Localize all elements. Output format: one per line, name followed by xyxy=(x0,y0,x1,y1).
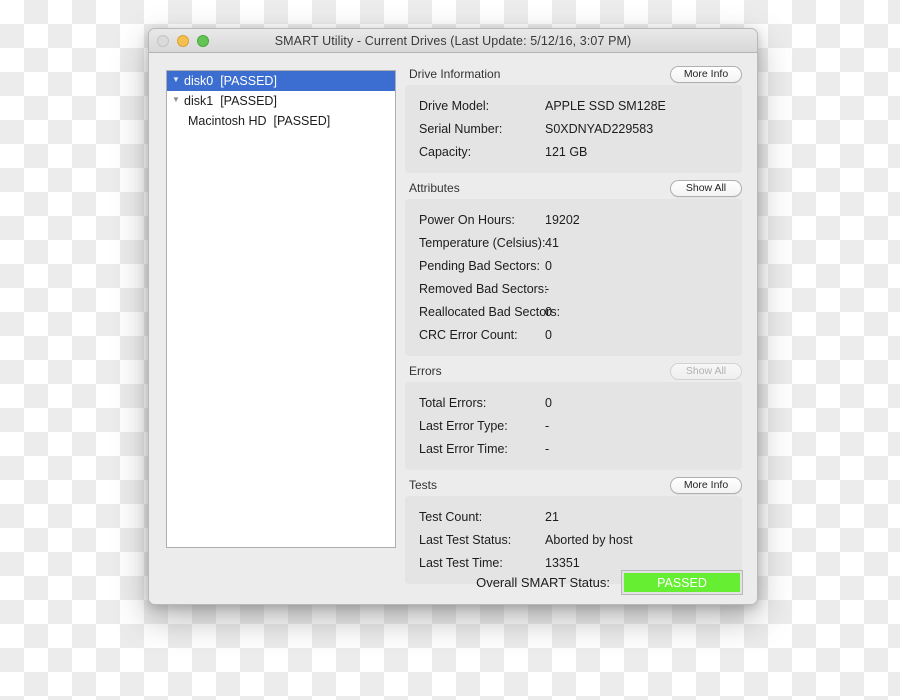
detail-row-label: Pending Bad Sectors: xyxy=(419,258,540,273)
detail-row-value: 0 xyxy=(545,327,552,342)
drive-list-item-status: [PASSED] xyxy=(220,74,277,88)
detail-row-value: APPLE SSD SM128E xyxy=(545,98,666,113)
detail-row: Reallocated Bad Sectors: 0 xyxy=(405,300,742,323)
detail-section: Drive Information More Info Drive Model: AP… xyxy=(405,63,742,173)
drive-list-item[interactable]: ▼ disk1 [PASSED] xyxy=(167,91,395,111)
detail-row: Removed Bad Sectors: - xyxy=(405,277,742,300)
section-action-button[interactable]: More Info xyxy=(670,476,742,494)
drive-list-item[interactable]: Macintosh HD [PASSED] xyxy=(167,111,395,131)
drive-list-item-name: disk1 xyxy=(184,94,214,108)
detail-row-value: 41 xyxy=(545,235,559,250)
minimize-button-icon[interactable] xyxy=(177,34,189,47)
detail-row: Test Count: 21 xyxy=(405,505,742,528)
detail-row: Serial Number: S0XDNYAD229583 xyxy=(405,117,742,140)
detail-row-label: Last Error Time: xyxy=(419,441,508,456)
detail-row: Last Error Type: - xyxy=(405,414,742,437)
drive-list-item-status: [PASSED] xyxy=(273,114,331,128)
detail-row-value: 13351 xyxy=(545,555,580,570)
detail-section-title: Attributes xyxy=(409,181,460,195)
overall-status-footer: Overall SMART Status: PASSED xyxy=(405,571,742,594)
detail-section-header: Errors Show All xyxy=(405,360,742,382)
window-title: SMART Utility - Current Drives (Last Upd… xyxy=(274,33,632,48)
detail-row: Total Errors: 0 xyxy=(405,391,742,414)
smart-utility-window: SMART Utility - Current Drives (Last Upd… xyxy=(148,28,758,605)
detail-row-value: 21 xyxy=(545,509,559,524)
detail-row: Last Test Status: Aborted by host xyxy=(405,528,742,551)
detail-row-label: Temperature (Celsius): xyxy=(419,235,546,250)
detail-row-label: Reallocated Bad Sectors: xyxy=(419,304,561,319)
section-action-button[interactable]: More Info xyxy=(670,65,742,83)
detail-row: Temperature (Celsius): 41 xyxy=(405,231,742,254)
detail-row-value: S0XDNYAD229583 xyxy=(545,121,654,136)
detail-row-label: Removed Bad Sectors: xyxy=(419,281,548,296)
detail-row-label: Test Count: xyxy=(419,509,483,524)
window-titlebar[interactable]: SMART Utility - Current Drives (Last Upd… xyxy=(149,29,757,53)
detail-row-value: Aborted by host xyxy=(545,532,633,547)
detail-section-header: Drive Information More Info xyxy=(405,63,742,85)
overall-status-badge: PASSED xyxy=(622,571,742,594)
detail-row-value: 0 xyxy=(545,304,552,319)
detail-row-label: Last Test Time: xyxy=(419,555,503,570)
detail-section-body: Drive Model: APPLE SSD SM128E Serial Numbe… xyxy=(405,85,742,173)
overall-status-label: Overall SMART Status: xyxy=(476,575,610,590)
drive-detail-panel: Drive Information More Info Drive Model: AP… xyxy=(405,63,742,588)
detail-row: Capacity: 121 GB xyxy=(405,140,742,163)
detail-row-label: Drive Model: xyxy=(419,98,490,113)
detail-section-body: Power On Hours: 19202 Temperature (Celsius… xyxy=(405,199,742,356)
detail-row-label: CRC Error Count: xyxy=(419,327,518,342)
detail-section-header: Tests More Info xyxy=(405,474,742,496)
detail-section: Errors Show All Total Errors: 0 Last Error T… xyxy=(405,360,742,470)
drive-list-item[interactable]: ▼ disk0 [PASSED] xyxy=(167,71,395,91)
detail-row-value: - xyxy=(545,418,550,433)
section-action-button[interactable]: Show All xyxy=(670,179,742,197)
detail-row-label: Last Error Type: xyxy=(419,418,508,433)
detail-row-label: Capacity: xyxy=(419,144,472,159)
detail-section-title: Drive Information xyxy=(409,67,501,81)
detail-row: Drive Model: APPLE SSD SM128E xyxy=(405,94,742,117)
detail-row: Last Error Time: - xyxy=(405,437,742,460)
detail-row-label: Power On Hours: xyxy=(419,212,515,227)
detail-section-header: Attributes Show All xyxy=(405,177,742,199)
detail-row: Pending Bad Sectors: 0 xyxy=(405,254,742,277)
detail-section: Attributes Show All Power On Hours: 19202 Te… xyxy=(405,177,742,356)
detail-row-label: Last Test Status: xyxy=(419,532,512,547)
detail-row-value: - xyxy=(545,281,550,296)
detail-row-value: 0 xyxy=(545,395,552,410)
close-button-icon[interactable] xyxy=(157,34,169,47)
detail-row-label: Total Errors: xyxy=(419,395,487,410)
detail-section-title: Tests xyxy=(409,478,438,492)
detail-row: CRC Error Count: 0 xyxy=(405,323,742,346)
detail-section: Tests More Info Test Count: 21 Last Test Sta… xyxy=(405,474,742,584)
window-body: ▼ disk0 [PASSED] ▼ disk1 [PASSED] Macintosh HD… xyxy=(149,53,757,604)
drive-list-item-status: [PASSED] xyxy=(220,94,277,108)
drive-list[interactable]: ▼ disk0 [PASSED] ▼ disk1 [PASSED] Macintosh HD… xyxy=(166,70,396,548)
zoom-button-icon[interactable] xyxy=(197,34,209,47)
drive-list-item-name: Macintosh HD xyxy=(188,114,267,128)
detail-row-label: Serial Number: xyxy=(419,121,503,136)
detail-row-value: 121 GB xyxy=(545,144,588,159)
section-action-button: Show All xyxy=(670,362,742,380)
detail-row-value: 19202 xyxy=(545,212,580,227)
drive-list-item-name: disk0 xyxy=(184,74,214,88)
disclosure-triangle-icon[interactable]: ▼ xyxy=(172,96,182,104)
detail-section-title: Errors xyxy=(409,364,442,378)
detail-row-value: 0 xyxy=(545,258,552,273)
disclosure-triangle-icon[interactable]: ▼ xyxy=(172,76,182,84)
detail-row-value: - xyxy=(545,441,550,456)
detail-row: Power On Hours: 19202 xyxy=(405,208,742,231)
detail-section-body: Total Errors: 0 Last Error Type: - Last Erro… xyxy=(405,382,742,470)
traffic-light-group xyxy=(157,34,209,47)
